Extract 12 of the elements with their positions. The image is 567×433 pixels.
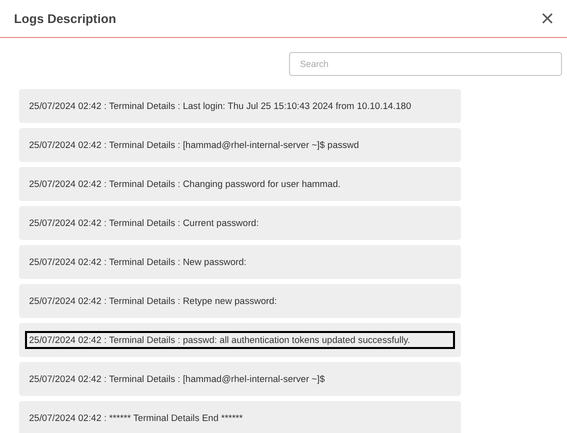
log-text: 25/07/2024 02:42 : Terminal Details : Retype new password: bbox=[28, 295, 278, 308]
log-text: 25/07/2024 02:42 : Terminal Details : Current password: bbox=[28, 217, 260, 230]
log-text: 25/07/2024 02:42 : Terminal Details : Last login: Thu Jul 25 15:10:43 2024 from 10.10.14.180 bbox=[28, 100, 412, 113]
log-text: 25/07/2024 02:42 : Terminal Details : [hammad@rhel-internal-server ~]$ passwd bbox=[28, 139, 360, 152]
log-text: 25/07/2024 02:42 : Terminal Details : New password: bbox=[28, 256, 248, 269]
log-text: 25/07/2024 02:42 : Terminal Details : [hammad@rhel-internal-server ~]$ bbox=[28, 373, 326, 386]
search-field[interactable]: Search bbox=[289, 52, 562, 76]
log-text: 25/07/2024 02:42 : Terminal Details : Changing password for user hammad. bbox=[28, 178, 342, 191]
log-text: 25/07/2024 02:42 : Terminal Details : passwd: all authentication tokens updated successfully. bbox=[25, 331, 455, 349]
close-button[interactable]: × bbox=[538, 10, 557, 28]
log-text: 25/07/2024 02:42 : ****** Terminal Details End ****** bbox=[28, 412, 244, 425]
dialog-title: Logs Description bbox=[14, 12, 116, 26]
